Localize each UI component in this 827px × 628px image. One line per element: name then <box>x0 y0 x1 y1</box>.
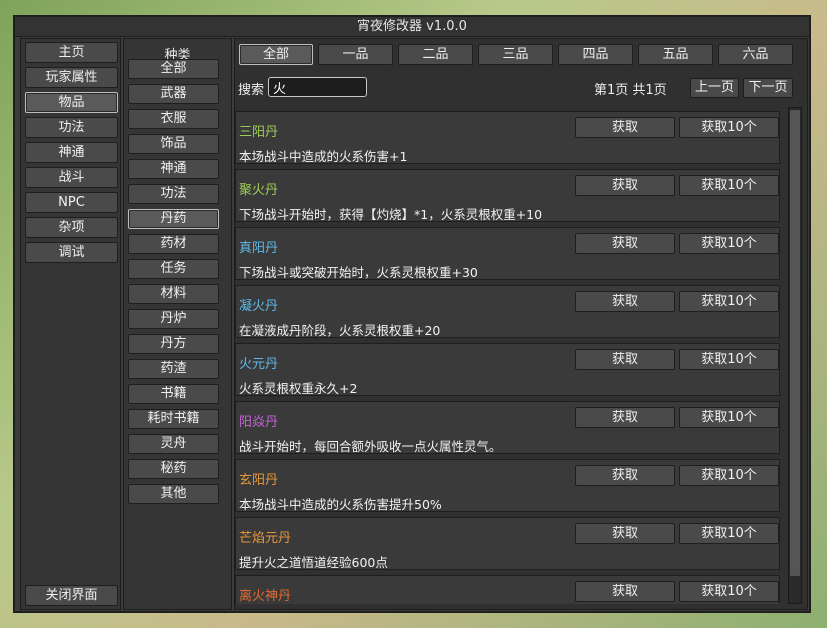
item-description: 下场战斗或突破开始时，火系灵根权重+30 <box>239 265 478 280</box>
item-row: 阳焱丹战斗开始时，每回合额外吸收一点火属性灵气。 获取 获取10个 <box>235 401 780 454</box>
category-item-16[interactable]: 秘药 <box>128 459 219 479</box>
get-10-button[interactable]: 获取10个 <box>679 349 779 370</box>
search-label: 搜索 <box>238 83 265 98</box>
grade-tab-1[interactable]: 一品 <box>318 44 393 65</box>
nav-item-3[interactable]: 功法 <box>25 117 118 138</box>
item-name: 离火神丹 <box>239 589 292 604</box>
grade-tab-5[interactable]: 五品 <box>638 44 713 65</box>
nav-item-7[interactable]: 杂项 <box>25 217 118 238</box>
grade-tab-6[interactable]: 六品 <box>718 44 793 65</box>
item-row: 真阳丹下场战斗或突破开始时，火系灵根权重+30 获取 获取10个 <box>235 227 780 280</box>
item-name: 三阳丹 <box>239 125 279 140</box>
item-description: 在凝液成丹阶段，火系灵根权重+20 <box>239 323 441 338</box>
get-button[interactable]: 获取 <box>575 233 675 254</box>
item-row: 玄阳丹本场战斗中造成的火系伤害提升50% 获取 获取10个 <box>235 459 780 512</box>
grade-tab-0[interactable]: 全部 <box>239 44 313 65</box>
get-10-button[interactable]: 获取10个 <box>679 407 779 428</box>
item-row: 凝火丹在凝液成丹阶段，火系灵根权重+20 获取 获取10个 <box>235 285 780 338</box>
get-10-button[interactable]: 获取10个 <box>679 175 779 196</box>
item-description: 战斗开始时，每回合额外吸收一点火属性灵气。 <box>239 439 502 454</box>
item-list: 三阳丹 本场战斗中造成的火系伤害+1 获取 获取10个 聚火丹 下场战斗开始时，获得【灼烧… <box>235 111 782 604</box>
item-description: 提升火之道悟道经验600点 <box>239 555 388 570</box>
get-button[interactable]: 获取 <box>575 407 675 428</box>
get-button[interactable]: 获取 <box>575 291 675 312</box>
category-item-9[interactable]: 材料 <box>128 284 219 304</box>
nav-item-2[interactable]: 物品 <box>25 92 118 113</box>
get-button[interactable]: 获取 <box>575 349 675 370</box>
item-name: 阳焱丹 <box>239 415 279 430</box>
window-title: 宵夜修改器 v1.0.0 <box>15 17 809 37</box>
item-name: 真阳丹 <box>239 241 279 256</box>
nav-item-6[interactable]: NPC <box>25 192 118 213</box>
get-10-button[interactable]: 获取10个 <box>679 523 779 544</box>
item-row: 离火神丹 获取 获取10个 <box>235 575 780 604</box>
category-item-12[interactable]: 药渣 <box>128 359 219 379</box>
category-item-5[interactable]: 功法 <box>128 184 219 204</box>
item-description: 本场战斗中造成的火系伤害提升50% <box>239 497 442 512</box>
item-description: 火系灵根权重永久+2 <box>239 381 358 396</box>
category-item-11[interactable]: 丹方 <box>128 334 219 354</box>
item-row: 火元丹火系灵根权重永久+2 获取 获取10个 <box>235 343 780 396</box>
category-item-17[interactable]: 其他 <box>128 484 219 504</box>
get-10-button[interactable]: 获取10个 <box>679 581 779 602</box>
nav-item-1[interactable]: 玩家属性 <box>25 67 118 88</box>
category-item-14[interactable]: 耗时书籍 <box>128 409 219 429</box>
item-name: 凝火丹 <box>239 299 279 314</box>
get-button[interactable]: 获取 <box>575 117 675 138</box>
item-description: 本场战斗中造成的火系伤害+1 <box>239 149 408 164</box>
get-10-button[interactable]: 获取10个 <box>679 465 779 486</box>
item-row: 聚火丹下场战斗开始时，获得【灼烧】*1，火系灵根权重+10 获取 获取10个 <box>235 169 780 222</box>
scrollbar[interactable] <box>788 107 802 604</box>
get-10-button[interactable]: 获取10个 <box>679 233 779 254</box>
category-item-4[interactable]: 神通 <box>128 159 219 179</box>
get-10-button[interactable]: 获取10个 <box>679 117 779 138</box>
category-item-7[interactable]: 药材 <box>128 234 219 254</box>
nav-item-4[interactable]: 神通 <box>25 142 118 163</box>
nav-item-0[interactable]: 主页 <box>25 42 118 63</box>
get-button[interactable]: 获取 <box>575 523 675 544</box>
prev-page-button[interactable]: 上一页 <box>690 78 739 98</box>
category-item-6[interactable]: 丹药 <box>128 209 219 229</box>
close-button[interactable]: 关闭界面 <box>25 585 118 606</box>
nav-panel: 主页玩家属性物品功法神通战斗 NPC 杂项调试 关闭界面 <box>20 38 121 610</box>
grade-tab-4[interactable]: 四品 <box>558 44 633 65</box>
item-name: 玄阳丹 <box>239 473 279 488</box>
get-button[interactable]: 获取 <box>575 465 675 486</box>
next-page-button[interactable]: 下一页 <box>743 78 793 98</box>
category-panel: 种类 全部 武器 衣服 饰品 神通 功法 丹药 药材 任务 材料 丹炉 丹方 药渣 书籍 耗时书籍 灵舟 秘药其… <box>123 38 232 610</box>
category-item-15[interactable]: 灵舟 <box>128 434 219 454</box>
page-info: 第1页 共1页 <box>594 83 667 98</box>
grade-tab-2[interactable]: 二品 <box>398 44 473 65</box>
category-item-0[interactable]: 全部 <box>128 59 219 79</box>
get-10-button[interactable]: 获取10个 <box>679 291 779 312</box>
category-item-2[interactable]: 衣服 <box>128 109 219 129</box>
item-name: 火元丹 <box>239 357 279 372</box>
get-button[interactable]: 获取 <box>575 175 675 196</box>
grade-tab-3[interactable]: 三品 <box>478 44 553 65</box>
item-name: 聚火丹 <box>239 183 279 198</box>
item-row: 芒焰元丹提升火之道悟道经验600点 获取 获取10个 <box>235 517 780 570</box>
category-item-13[interactable]: 书籍 <box>128 384 219 404</box>
category-item-8[interactable]: 任务 <box>128 259 219 279</box>
get-button[interactable]: 获取 <box>575 581 675 602</box>
item-name: 芒焰元丹 <box>239 531 292 546</box>
search-input[interactable] <box>268 77 367 97</box>
nav-item-5[interactable]: 战斗 <box>25 167 118 188</box>
item-description: 下场战斗开始时，获得【灼烧】*1，火系灵根权重+10 <box>239 207 543 222</box>
nav-item-8[interactable]: 调试 <box>25 242 118 263</box>
category-item-3[interactable]: 饰品 <box>128 134 219 154</box>
category-item-1[interactable]: 武器 <box>128 84 219 104</box>
scrollbar-thumb[interactable] <box>790 110 800 576</box>
category-item-10[interactable]: 丹炉 <box>128 309 219 329</box>
item-row: 三阳丹本场战斗中造成的火系伤害+1 获取 获取10个 <box>235 111 780 164</box>
